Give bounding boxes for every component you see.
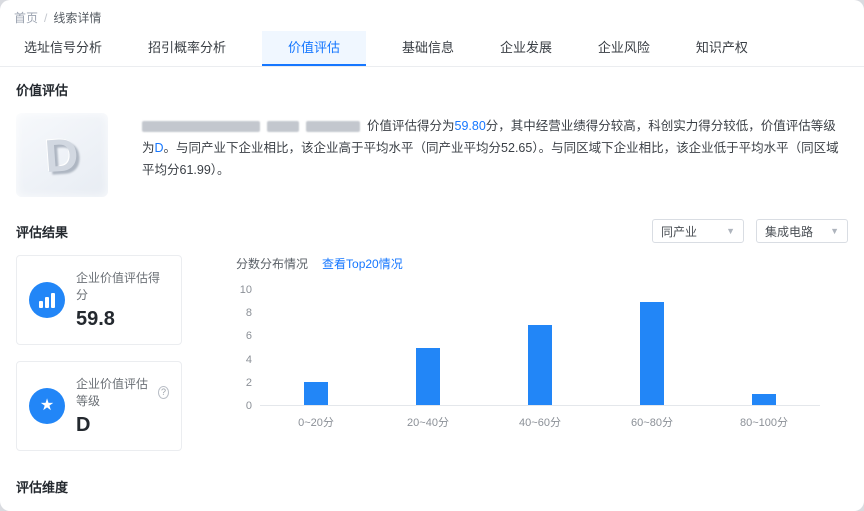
- grade-badge-image: D: [16, 113, 108, 197]
- category-filter-value: 集成电路: [765, 224, 814, 239]
- result-section-title: 评估结果: [16, 224, 69, 240]
- x-tick-label: 20~40分: [407, 417, 449, 429]
- bar-column: [708, 290, 820, 405]
- evaluation-dimension-section: 评估维度 经济实力 经济实力 总分：25: [0, 477, 864, 511]
- y-tick-label: 8: [245, 307, 252, 320]
- evaluation-summary-text: 价值评估得分为59.80分，其中经营业绩得分较高，科创实力得分较低，价值评估等级…: [142, 115, 848, 197]
- bar-chart: 10 8 6 4 2 0 0~20分 20~40分 40~60分 60~80分 80~1…: [236, 284, 820, 430]
- score-card-value: 59.8: [76, 308, 115, 330]
- breadcrumb-separator: /: [44, 10, 48, 25]
- summary-tail: 。与同产业下企业相比，该企业高于平均水平（同产业平均分52.65）。与同区域下企…: [142, 141, 839, 177]
- chevron-down-icon: ▼: [726, 226, 735, 236]
- redacted-text: [306, 121, 360, 133]
- help-icon[interactable]: ?: [158, 385, 169, 399]
- distribution-chart-area: 分数分布情况 查看Top20情况 10 8 6 4 2 0 0~20分 20~40…: [236, 255, 820, 451]
- y-tick-label: 2: [245, 376, 252, 389]
- tab-site-signal-analysis[interactable]: 选址信号分析: [14, 31, 112, 66]
- summary-score: 59.80: [454, 119, 486, 133]
- bar-column: [260, 290, 372, 405]
- value-score-card: 企业价值评估得分 59.8: [16, 255, 182, 345]
- summary-lead: 价值评估得分为: [367, 119, 455, 133]
- x-axis: 0~20分 20~40分 40~60分 60~80分 80~100分: [260, 414, 820, 430]
- evaluation-result-section: 评估结果 同产业 ▼ 集成电路 ▼ 企业价值评估得分 59.8 ★ 企业价值评估…: [0, 219, 864, 451]
- tab-bar: 选址信号分析 招引概率分析 价值评估 基础信息 企业发展 企业风险 知识产权: [0, 31, 864, 67]
- breadcrumb: 首页 / 线索详情: [0, 0, 864, 31]
- breadcrumb-home[interactable]: 首页: [14, 9, 38, 26]
- industry-filter-value: 同产业: [661, 224, 698, 239]
- tab-attraction-probability[interactable]: 招引概率分析: [138, 31, 236, 66]
- grade-letter: D: [43, 127, 81, 183]
- y-tick-label: 6: [245, 330, 252, 343]
- x-tick-label: 0~20分: [298, 417, 334, 429]
- bar-column: [596, 290, 708, 405]
- bar: [416, 347, 440, 405]
- bar: [640, 301, 664, 405]
- grade-card-value: D: [76, 414, 91, 436]
- chevron-down-icon: ▼: [830, 226, 839, 236]
- grade-card-label: 企业价值评估等级: [76, 377, 149, 408]
- tab-basic-info[interactable]: 基础信息: [392, 31, 464, 66]
- bar-chart-plot: [260, 290, 820, 406]
- star-icon: ★: [29, 388, 65, 424]
- dimension-section-title: 评估维度: [16, 480, 69, 495]
- y-tick-label: 4: [245, 353, 252, 366]
- lead-detail-page: 首页 / 线索详情 选址信号分析 招引概率分析 价值评估 基础信息 企业发展 企…: [0, 0, 864, 511]
- breadcrumb-current: 线索详情: [53, 11, 102, 25]
- tab-value-evaluation[interactable]: 价值评估: [261, 31, 366, 66]
- tab-company-risk[interactable]: 企业风险: [588, 31, 660, 66]
- value-evaluation-section: 价值评估 D 价值评估得分为59.80分，其中经营业绩得分较高，科创实力得分较低…: [0, 80, 864, 197]
- bar: [752, 393, 776, 405]
- bar-chart-icon: [29, 282, 65, 318]
- redacted-text: [267, 121, 299, 133]
- view-top20-link[interactable]: 查看Top20情况: [322, 255, 403, 272]
- y-tick-label: 0: [245, 400, 252, 412]
- chart-title: 分数分布情况: [236, 257, 309, 271]
- score-card-label: 企业价值评估得分: [76, 271, 161, 302]
- summary-grade: D: [154, 141, 164, 155]
- x-tick-label: 80~100分: [739, 417, 788, 429]
- bar: [304, 382, 328, 405]
- bar: [528, 324, 552, 405]
- bar-column: [372, 290, 484, 405]
- x-tick-label: 60~80分: [631, 417, 673, 429]
- tab-intellectual-property[interactable]: 知识产权: [686, 31, 758, 66]
- redacted-company-name: [142, 121, 260, 133]
- industry-filter-select[interactable]: 同产业 ▼: [652, 219, 744, 243]
- x-tick-label: 40~60分: [519, 417, 561, 429]
- tab-company-development[interactable]: 企业发展: [490, 31, 562, 66]
- y-tick-label: 10: [239, 284, 252, 296]
- category-filter-select[interactable]: 集成电路 ▼: [756, 219, 848, 243]
- value-grade-card: ★ 企业价值评估等级 ? D: [16, 361, 182, 451]
- y-axis: 10 8 6 4 2 0: [236, 284, 260, 412]
- bar-column: [484, 290, 596, 405]
- value-section-title: 价值评估: [16, 83, 69, 98]
